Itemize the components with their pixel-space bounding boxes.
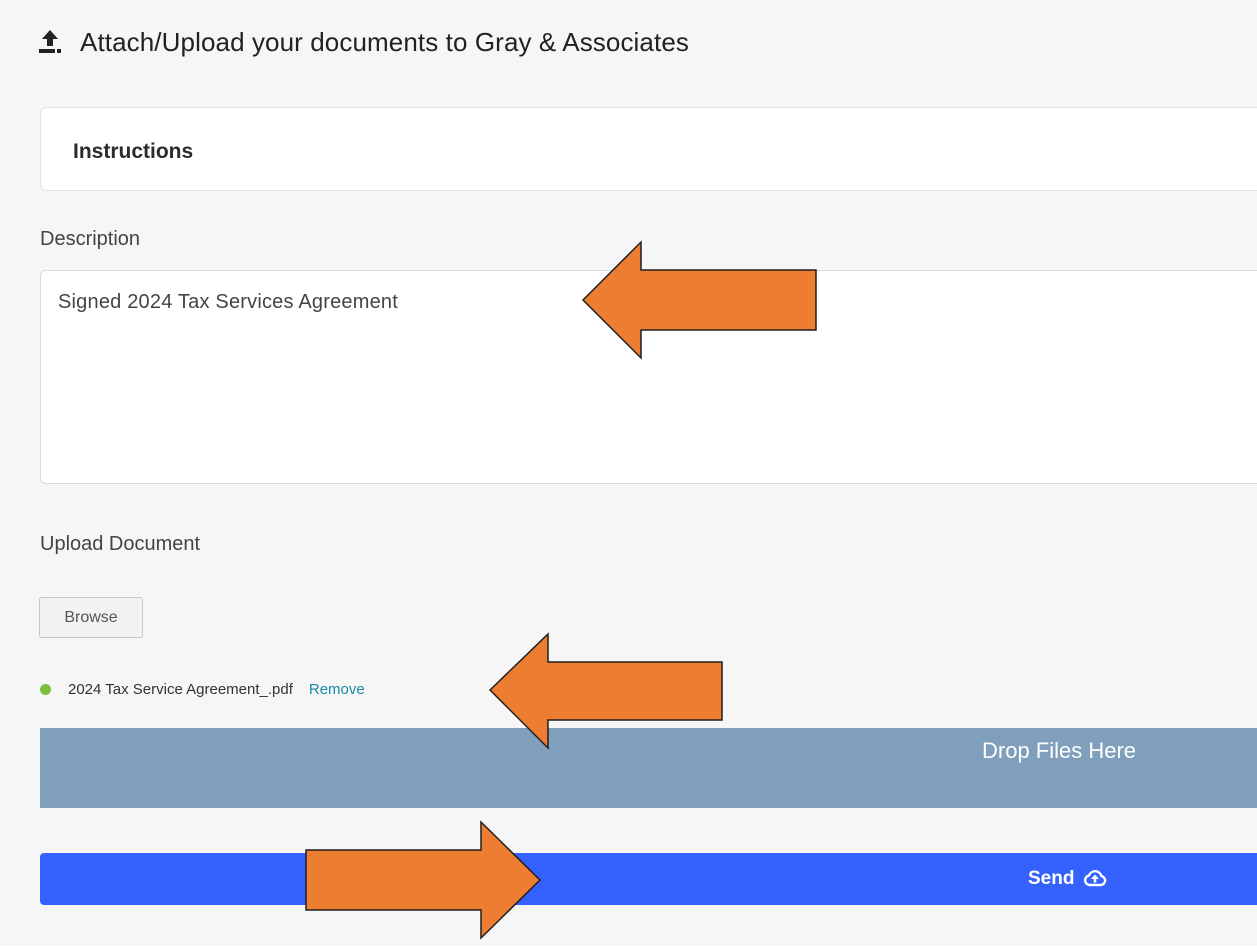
send-label: Send	[1028, 868, 1075, 889]
send-button[interactable]: Send	[40, 853, 1257, 905]
description-textarea[interactable]: Signed 2024 Tax Services Agreement	[40, 270, 1257, 484]
upload-icon	[39, 30, 61, 53]
file-name: 2024 Tax Service Agreement_.pdf	[68, 680, 293, 698]
remove-file-link[interactable]: Remove	[309, 681, 365, 698]
drop-zone-label: Drop Files Here	[982, 738, 1137, 763]
page-header: Attach/Upload your documents to Gray & A…	[36, 22, 689, 62]
description-value: Signed 2024 Tax Services Agreement	[58, 291, 398, 313]
drop-zone[interactable]: Drop Files Here	[40, 728, 1257, 808]
instructions-title: Instructions	[73, 140, 194, 163]
file-status-dot	[40, 683, 51, 695]
send-button-content: Send	[1028, 865, 1107, 893]
description-label: Description	[40, 228, 141, 250]
cloud-upload-icon	[1084, 870, 1107, 887]
upload-document-label: Upload Document	[40, 533, 201, 555]
instructions-panel[interactable]: Instructions	[40, 107, 1257, 191]
uploaded-file-item: 2024 Tax Service Agreement_.pdf Remove	[40, 678, 365, 700]
upload-panel: Attach/Upload your documents to Gray & A…	[0, 0, 1257, 946]
browse-button[interactable]: Browse	[39, 597, 143, 638]
page-title: Attach/Upload your documents to Gray & A…	[80, 26, 689, 57]
